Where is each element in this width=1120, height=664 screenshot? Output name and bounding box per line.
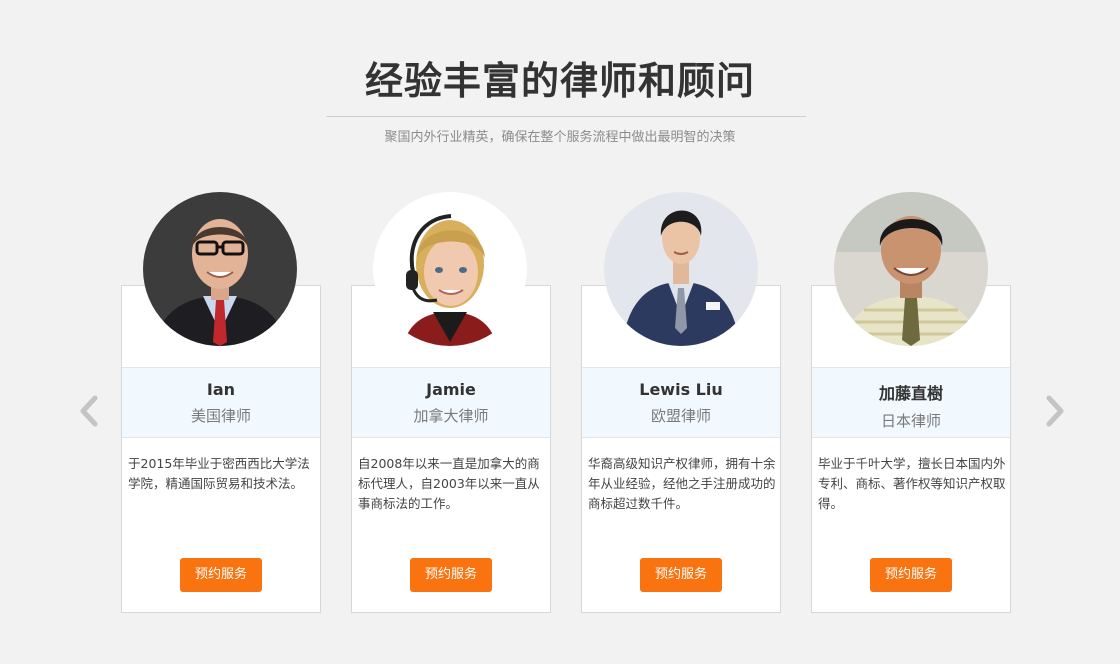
lawyer-name: Jamie [426,380,476,399]
lawyer-role: 美国律师 [190,407,251,425]
lawyer-role: 加拿大律师 [413,407,489,425]
lawyer-description: 自2008年以来一直是加拿大的商标代理人，自2003年以来一直从事商标法的工作。 [358,456,540,511]
chevron-right-icon [1046,395,1064,427]
lawyer-name-band: Lewis Liu 欧盟律师 [582,367,780,438]
lawyer-name-band: Jamie 加拿大律师 [352,367,550,438]
lawyer-name-band: 加藤直樹 日本律师 [812,367,1010,438]
book-service-button[interactable]: 预约服务 [180,558,262,592]
lawyer-name: Lewis Liu [639,380,723,399]
section-subtitle: 聚国内外行业精英，确保在整个服务流程中做出最明智的决策 [384,130,736,145]
lawyers-section: 经验丰富的律师和顾问 聚国内外行业精英，确保在整个服务流程中做出最明智的决策 I… [0,0,1120,664]
lawyer-role: 欧盟律师 [650,407,711,425]
lawyer-description: 华裔高级知识产权律师，拥有十余年从业经验，经他之手注册成功的商标超过数千件。 [588,456,776,511]
chevron-left-icon [80,395,98,427]
lawyer-description: 毕业于千叶大学，擅长日本国内外专利、商标、著作权等知识产权取得。 [818,456,1006,511]
book-service-button[interactable]: 预约服务 [870,558,952,592]
lawyer-avatar [143,192,297,346]
lawyer-avatar [834,192,988,346]
lawyer-name-band: Ian 美国律师 [122,367,320,438]
lawyer-name: Ian [206,380,236,399]
book-service-button[interactable]: 预约服务 [640,558,722,592]
carousel-next-button[interactable] [1043,394,1067,428]
lawyer-role: 日本律师 [880,412,941,430]
section-title: 经验丰富的律师和顾问 [364,59,755,103]
title-divider [326,116,806,117]
lawyer-description: 于2015年毕业于密西西比大学法学院，精通国际贸易和技术法。 [128,456,310,491]
book-service-button[interactable]: 预约服务 [410,558,492,592]
lawyer-avatar [604,192,758,346]
carousel-prev-button[interactable] [77,394,101,428]
lawyer-avatar [373,192,527,346]
lawyer-name: 加藤直樹 [878,384,943,403]
